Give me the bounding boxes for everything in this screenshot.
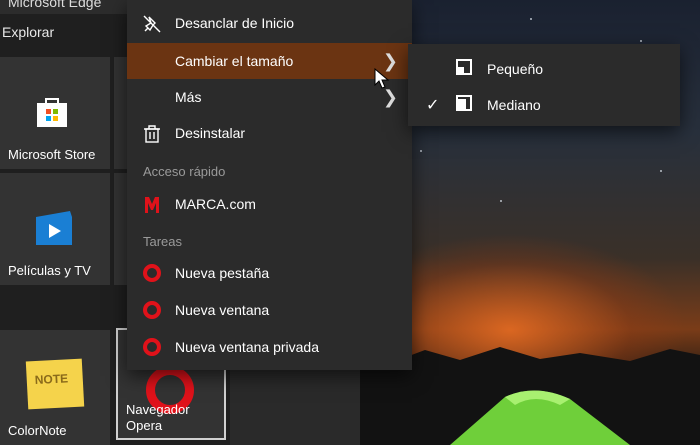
section-tareas: Tareas (143, 234, 183, 249)
menu-item-label: Nueva ventana privada (175, 339, 319, 355)
tile-label-line1: Navegador (126, 402, 190, 417)
menu-item-cambiar-tamano[interactable]: Cambiar el tamaño ❯ (127, 43, 412, 79)
note-icon-text: NOTE (34, 371, 69, 388)
chevron-right-icon: ❯ (382, 87, 398, 107)
context-menu: Desanclar de Inicio Cambiar el tamaño ❯ … (127, 0, 412, 370)
opera-icon (143, 264, 161, 282)
menu-item-nueva-ventana[interactable]: Nueva ventana (127, 292, 412, 328)
tile-peliculas-tv[interactable]: Películas y TV (0, 173, 110, 285)
menu-item-label: Nueva ventana (175, 302, 270, 318)
menu-item-label: Nueva pestaña (175, 265, 270, 281)
tile-label-line2: Opera (126, 418, 163, 433)
tile-empty (230, 370, 360, 445)
tile-colornote[interactable]: NOTE ColorNote (0, 330, 110, 445)
opera-icon (143, 338, 161, 356)
size-medium-icon (456, 95, 472, 111)
tile-label: Películas y TV (8, 263, 91, 278)
tile-label: Microsoft Store (8, 147, 96, 162)
star (660, 170, 662, 172)
film-play-icon (36, 211, 72, 245)
checkmark-icon: ✓ (426, 97, 440, 114)
menu-item-label: Desanclar de Inicio (175, 15, 295, 31)
trash-icon (144, 125, 160, 143)
menu-item-nueva-pestana[interactable]: Nueva pestaña (127, 255, 412, 291)
menu-item-label: Más (175, 89, 202, 105)
menu-item-desanclar[interactable]: Desanclar de Inicio (127, 5, 412, 41)
unpin-icon (143, 15, 161, 33)
menu-item-label: Cambiar el tamaño (175, 53, 294, 69)
group-label: Explorar (2, 24, 55, 40)
submenu-item-label: Mediano (487, 97, 541, 113)
star (500, 200, 502, 202)
menu-item-label: Desinstalar (175, 125, 246, 141)
submenu-item-mediano[interactable]: ✓ Mediano (408, 87, 680, 123)
submenu-item-pequeno[interactable]: Pequeño (408, 51, 680, 87)
menu-item-nueva-ventana-privada[interactable]: Nueva ventana privada (127, 329, 412, 365)
tile-label: Microsoft Edge (8, 0, 102, 10)
tile-label: ColorNote (8, 423, 67, 438)
menu-item-mas[interactable]: Más ❯ (127, 79, 412, 115)
size-submenu: Pequeño ✓ Mediano (408, 44, 680, 126)
star (420, 150, 422, 152)
menu-item-desinstalar[interactable]: Desinstalar (127, 115, 412, 151)
tile-label: Navegador Opera (126, 402, 190, 434)
size-small-icon (456, 59, 472, 75)
menu-item-marca[interactable]: MARCA.com (127, 186, 412, 222)
marca-logo-icon (145, 197, 159, 213)
section-acceso-rapido: Acceso rápido (143, 164, 226, 179)
store-bag-icon (37, 98, 67, 127)
submenu-item-label: Pequeño (487, 61, 544, 77)
tile-partial[interactable] (114, 57, 127, 169)
star (530, 18, 532, 20)
opera-icon (143, 301, 161, 319)
tile-partial[interactable] (114, 173, 127, 285)
star (640, 40, 642, 42)
menu-item-label: MARCA.com (175, 196, 256, 212)
tile-microsoft-store[interactable]: Microsoft Store (0, 57, 110, 169)
note-icon: NOTE (25, 358, 85, 410)
mouse-cursor-icon (374, 68, 390, 89)
